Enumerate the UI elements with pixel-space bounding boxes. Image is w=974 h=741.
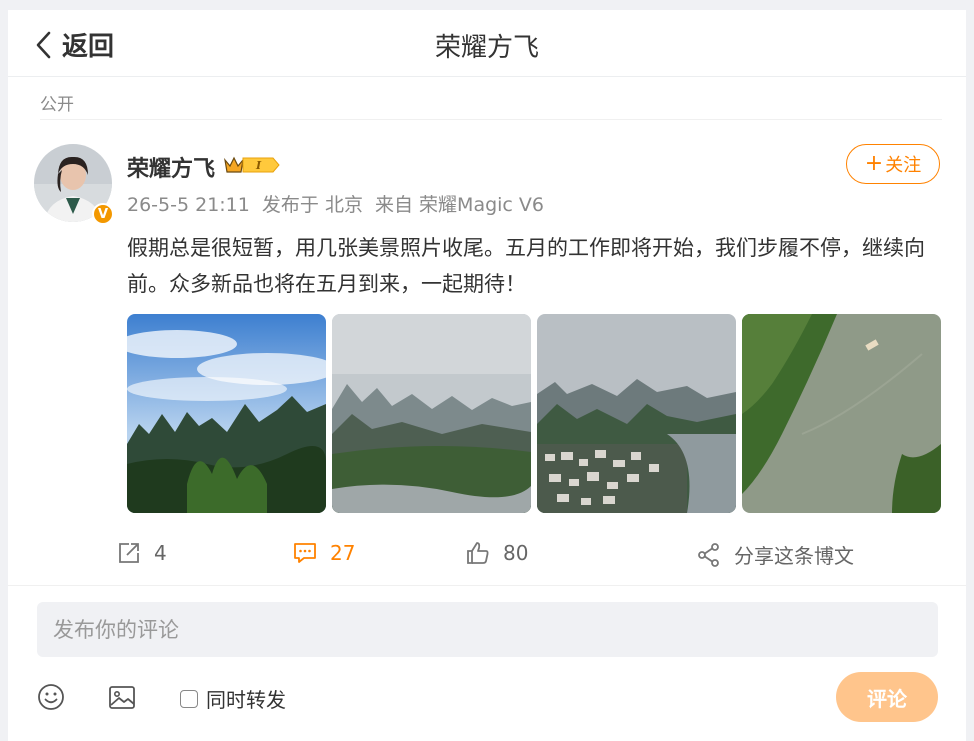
photo-aerial-river[interactable] — [742, 314, 941, 513]
submit-comment-button[interactable]: 评论 — [836, 672, 938, 722]
checkbox-box[interactable] — [180, 689, 198, 708]
repost-checkbox[interactable]: 同时转发 — [180, 684, 286, 713]
repost-button[interactable]: 4 — [116, 540, 167, 566]
repost-checkbox-label: 同时转发 — [206, 688, 286, 712]
page-title: 荣耀方飞 — [434, 33, 539, 63]
emoji-icon[interactable] — [36, 682, 66, 712]
divider — [40, 119, 942, 120]
comment-input[interactable] — [37, 602, 938, 657]
visibility-label: 公开 — [40, 95, 74, 115]
photo-river-town[interactable] — [537, 314, 736, 513]
author-name[interactable]: 荣耀方飞 — [127, 151, 215, 183]
post-meta: 26-5-5 21:11 发布于 北京 来自 荣耀Magic V6 — [127, 190, 550, 217]
post-time[interactable]: 26-5-5 21:11 — [127, 194, 250, 216]
photo-karst-peaks[interactable] — [127, 314, 326, 513]
comment-count: 27 — [330, 541, 356, 565]
share-nodes-icon — [698, 542, 719, 567]
photo-grid — [127, 314, 942, 514]
top-bar: 返回 荣耀方飞 — [8, 10, 966, 77]
post-text: 假期总是很短暂，用几张美景照片收尾。五月的工作即将开始，我们步履不停，继续向前。… — [127, 236, 925, 296]
follow-button[interactable]: + 关注 — [846, 144, 940, 184]
post-location: 发布于 北京 — [261, 194, 363, 216]
share-out-icon — [119, 543, 139, 563]
photo-misty-valley[interactable] — [332, 314, 531, 513]
like-button[interactable]: 80 — [465, 540, 528, 566]
like-count: 80 — [503, 541, 529, 565]
divider — [8, 585, 966, 586]
verified-badge: V — [92, 203, 114, 225]
comment-button[interactable]: 27 — [292, 540, 355, 566]
share-post-label: 分享这条博文 — [734, 544, 854, 568]
svg-text:I: I — [255, 159, 262, 172]
post-source: 来自 荣耀Magic V6 — [375, 194, 545, 216]
vip-crown-icon: I — [224, 156, 280, 173]
follow-label: 关注 — [885, 155, 922, 176]
image-icon[interactable] — [107, 682, 137, 712]
weibo-post-card: 返回 荣耀方飞 公开 V 荣耀方飞 I 26-5-5 21:11 发布于 北京 … — [8, 10, 966, 741]
thumbs-up-icon — [467, 542, 489, 564]
repost-count: 4 — [154, 541, 167, 565]
avatar[interactable]: V — [34, 144, 114, 225]
plus-icon: + — [864, 151, 884, 176]
comment-icon — [294, 543, 316, 563]
share-post-button[interactable]: 分享这条博文 — [696, 540, 854, 569]
